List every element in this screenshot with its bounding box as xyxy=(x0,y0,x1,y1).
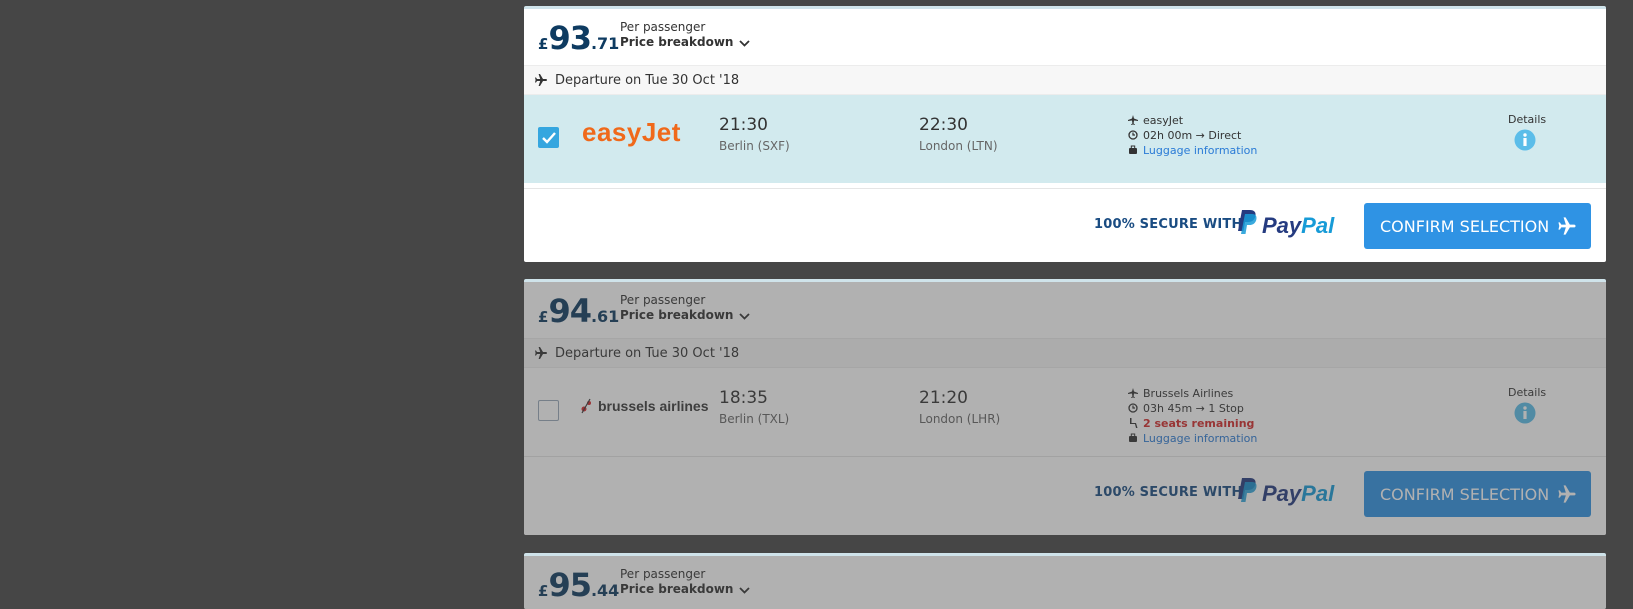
confirm-row: 100% SECURE WITH PayPal CONFIRM SELECTIO… xyxy=(524,189,1606,261)
operator-name: Brussels Airlines xyxy=(1143,387,1234,400)
arrival-airport: London (LHR) xyxy=(919,412,1001,426)
departure-time: 21:30 xyxy=(719,115,768,135)
plane-icon xyxy=(1558,217,1576,235)
price-breakdown-toggle[interactable]: Price breakdown xyxy=(620,308,751,323)
flight-row[interactable]: brussels airlines 18:35 Berlin (TXL) 21:… xyxy=(524,368,1606,456)
departure-time: 18:35 xyxy=(719,388,768,408)
price-decimal: .71 xyxy=(590,34,620,53)
chevron-down-icon xyxy=(739,36,751,50)
price-header: £95.44 Per passenger Price breakdown xyxy=(524,556,1606,609)
confirm-selection-label: CONFIRM SELECTION xyxy=(1380,484,1550,504)
departure-date: Departure on Tue 30 Oct '18 xyxy=(555,73,740,88)
price-breakdown-label: Price breakdown xyxy=(620,582,734,596)
chevron-down-icon xyxy=(739,309,751,323)
luggage-information-link[interactable]: Luggage information xyxy=(1143,144,1257,157)
details-label: Details xyxy=(1508,113,1547,126)
duration: 02h 00m → Direct xyxy=(1143,129,1242,142)
flight-result-card: £95.44 Per passenger Price breakdown xyxy=(524,553,1606,609)
clock-icon xyxy=(1128,130,1138,140)
price-currency: £ xyxy=(538,582,549,600)
paypal-pal: Pal xyxy=(1301,213,1335,238)
price-currency: £ xyxy=(538,35,549,53)
airline-logo-brussels: brussels airlines xyxy=(580,398,709,417)
plane-icon xyxy=(1558,485,1576,503)
flight-result-card: £94.61 Per passenger Price breakdown Dep… xyxy=(524,279,1606,535)
chevron-down-icon xyxy=(739,583,751,597)
price-header: £94.61 Per passenger Price breakdown xyxy=(524,282,1606,338)
flight-result-card: £93.71 Per passenger Price breakdown Dep… xyxy=(524,6,1606,262)
confirm-selection-button[interactable]: CONFIRM SELECTION xyxy=(1364,471,1591,517)
clock-icon xyxy=(1128,403,1138,413)
price-breakdown-label: Price breakdown xyxy=(620,308,734,322)
duration: 03h 45m → 1 Stop xyxy=(1143,402,1244,415)
secure-label: 100% SECURE WITH xyxy=(1094,217,1243,232)
price-breakdown-label: Price breakdown xyxy=(620,35,734,49)
price-whole: 93 xyxy=(548,19,592,57)
details-label: Details xyxy=(1508,386,1547,399)
departure-airport: Berlin (TXL) xyxy=(719,412,790,426)
price-whole: 95 xyxy=(548,566,592,604)
arrival-airport: London (LTN) xyxy=(919,139,998,153)
flight-info: Brussels Airlines 03h 45m → 1 Stop 2 sea… xyxy=(1128,386,1257,446)
plane-small-icon xyxy=(1128,388,1138,398)
brussels-logo-icon xyxy=(580,398,594,417)
info-icon[interactable] xyxy=(1514,402,1536,428)
flight-select-checkbox[interactable] xyxy=(538,400,559,421)
paypal-pay: Pay xyxy=(1262,213,1302,238)
plane-small-icon xyxy=(1128,115,1138,125)
operator-name: easyJet xyxy=(1143,114,1184,127)
confirm-selection-button[interactable]: CONFIRM SELECTION xyxy=(1364,203,1591,249)
price-whole: 94 xyxy=(548,292,592,330)
price: £93.71 xyxy=(538,19,619,57)
price: £95.44 xyxy=(538,566,619,604)
info-icon[interactable] xyxy=(1514,129,1536,155)
paypal-icon xyxy=(1238,478,1257,502)
price: £94.61 xyxy=(538,292,619,330)
price-decimal: .44 xyxy=(590,581,620,600)
paypal-pay: Pay xyxy=(1262,481,1302,506)
price-breakdown-toggle[interactable]: Price breakdown xyxy=(620,582,751,597)
price-decimal: .61 xyxy=(590,307,620,326)
departure-header: Departure on Tue 30 Oct '18 xyxy=(524,338,1606,368)
airline-logo-easyjet: easyJet xyxy=(582,117,681,147)
arrival-time: 21:20 xyxy=(919,388,968,408)
departure-airport: Berlin (SXF) xyxy=(719,139,790,153)
confirm-row: 100% SECURE WITH PayPal CONFIRM SELECTIO… xyxy=(524,457,1606,529)
plane-icon xyxy=(534,346,548,364)
departure-date: Departure on Tue 30 Oct '18 xyxy=(555,346,740,361)
luggage-information-link[interactable]: Luggage information xyxy=(1143,432,1257,445)
price-header: £93.71 Per passenger Price breakdown xyxy=(524,9,1606,65)
flight-select-checkbox[interactable] xyxy=(538,127,559,148)
seat-icon xyxy=(1130,418,1138,428)
paypal-logo: PayPal xyxy=(1236,209,1334,241)
seats-remaining: 2 seats remaining xyxy=(1143,417,1255,430)
flight-row[interactable]: easyJet 21:30 Berlin (SXF) 22:30 London … xyxy=(524,95,1606,183)
price-breakdown-toggle[interactable]: Price breakdown xyxy=(620,35,751,50)
flight-info: easyJet 02h 00m → Direct Luggage informa… xyxy=(1128,113,1257,158)
price-currency: £ xyxy=(538,308,549,326)
luggage-icon xyxy=(1129,145,1137,154)
per-passenger-label: Per passenger xyxy=(620,293,706,307)
paypal-pal: Pal xyxy=(1301,481,1335,506)
per-passenger-label: Per passenger xyxy=(620,20,706,34)
per-passenger-label: Per passenger xyxy=(620,567,706,581)
plane-icon xyxy=(534,73,548,91)
secure-label: 100% SECURE WITH xyxy=(1094,485,1243,500)
confirm-selection-label: CONFIRM SELECTION xyxy=(1380,216,1550,236)
airline-logo-text: brussels airlines xyxy=(598,398,709,414)
paypal-logo: PayPal xyxy=(1236,477,1334,509)
paypal-icon xyxy=(1238,210,1257,234)
luggage-icon xyxy=(1129,433,1137,442)
arrival-time: 22:30 xyxy=(919,115,968,135)
departure-header: Departure on Tue 30 Oct '18 xyxy=(524,65,1606,95)
